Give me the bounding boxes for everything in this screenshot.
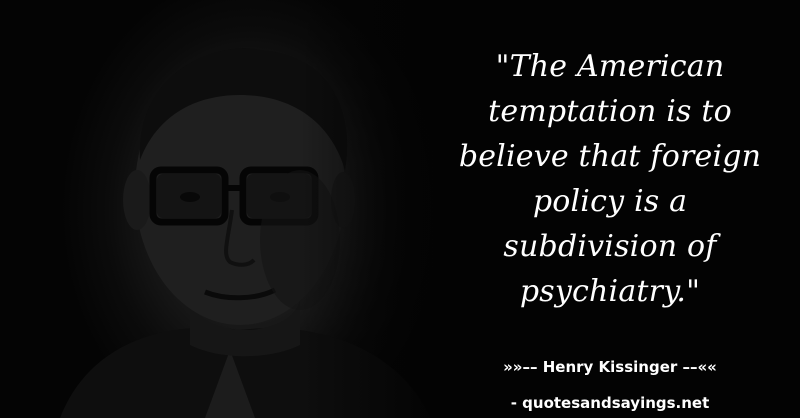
quote-author: »»–– Henry Kissinger ––«« [503, 358, 717, 376]
source-watermark: - quotesandsayings.net [510, 394, 710, 412]
quote-text: "The American temptation is to believe t… [440, 44, 780, 314]
quote-line: subdivision of [503, 229, 717, 264]
quote-line: psychiatry." [519, 274, 701, 309]
quote-line: believe that foreign [458, 139, 762, 174]
quote-line: "The American [495, 49, 725, 84]
portrait-photo [0, 0, 520, 418]
quote-line: policy is a [532, 184, 688, 219]
quote-card: "The American temptation is to believe t… [0, 0, 800, 418]
quote-line: temptation is to [488, 94, 732, 129]
